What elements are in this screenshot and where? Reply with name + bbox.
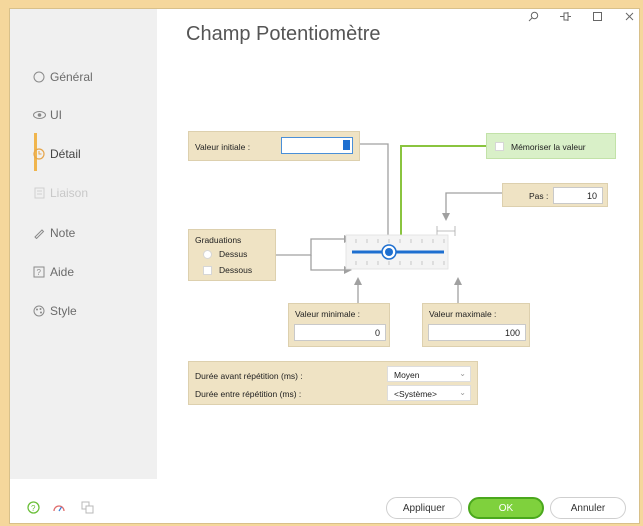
delay-between-label: Durée entre répétition (ms) : xyxy=(195,389,302,399)
dialog-window: Général UI Détail Liaison Note ? Aide St… xyxy=(9,8,640,524)
max-value-label: Valeur maximale : xyxy=(429,309,497,319)
gauge-icon[interactable] xyxy=(52,500,66,514)
below-label: Dessous xyxy=(219,265,253,275)
svg-text:?: ? xyxy=(31,504,36,513)
max-value-panel: Valeur maximale : 100 xyxy=(422,303,530,347)
delay-before-value: Moyen xyxy=(394,370,420,380)
graduations-label: Graduations xyxy=(195,235,242,245)
above-label: Dessus xyxy=(219,249,248,259)
help-circle-icon[interactable]: ? xyxy=(26,500,40,514)
initial-value-input[interactable] xyxy=(281,137,353,154)
ok-button[interactable]: OK xyxy=(468,497,544,519)
delay-before-select[interactable]: Moyen ⌄ xyxy=(387,366,471,382)
above-radio[interactable] xyxy=(203,250,212,259)
delay-between-select[interactable]: <Système> ⌄ xyxy=(387,385,471,401)
max-value-input[interactable]: 100 xyxy=(428,324,526,341)
cancel-button[interactable]: Annuler xyxy=(550,497,626,519)
step-label: Pas : xyxy=(529,191,549,201)
min-value-input[interactable]: 0 xyxy=(294,324,386,341)
graduations-panel: Graduations Dessus Dessous xyxy=(188,229,276,281)
memorize-label: Mémoriser la valeur xyxy=(511,142,586,152)
apply-button[interactable]: Appliquer xyxy=(386,497,462,519)
chevron-down-icon: ⌄ xyxy=(459,388,466,397)
connector-diagram xyxy=(276,143,502,303)
min-value-label: Valeur minimale : xyxy=(295,309,361,319)
initial-value-panel: Valeur initiale : xyxy=(188,131,360,161)
repeat-delays-panel: Durée avant répétition (ms) : Moyen ⌄ Du… xyxy=(188,361,478,405)
step-panel: Pas : 10 xyxy=(502,183,608,207)
footer-bar: ? Appliquer OK Annuler xyxy=(10,479,639,523)
initial-value-label: Valeur initiale : xyxy=(195,142,251,152)
below-checkbox[interactable] xyxy=(203,266,212,275)
delay-between-value: <Système> xyxy=(394,389,437,399)
step-input[interactable]: 10 xyxy=(553,187,603,204)
translate-icon[interactable] xyxy=(80,500,94,514)
text-cursor xyxy=(343,140,350,150)
memorize-checkbox[interactable] xyxy=(495,142,504,151)
delay-before-label: Durée avant répétition (ms) : xyxy=(195,371,303,381)
chevron-down-icon: ⌄ xyxy=(459,369,466,378)
min-value-panel: Valeur minimale : 0 xyxy=(288,303,390,347)
memorize-panel: Mémoriser la valeur xyxy=(486,133,616,159)
